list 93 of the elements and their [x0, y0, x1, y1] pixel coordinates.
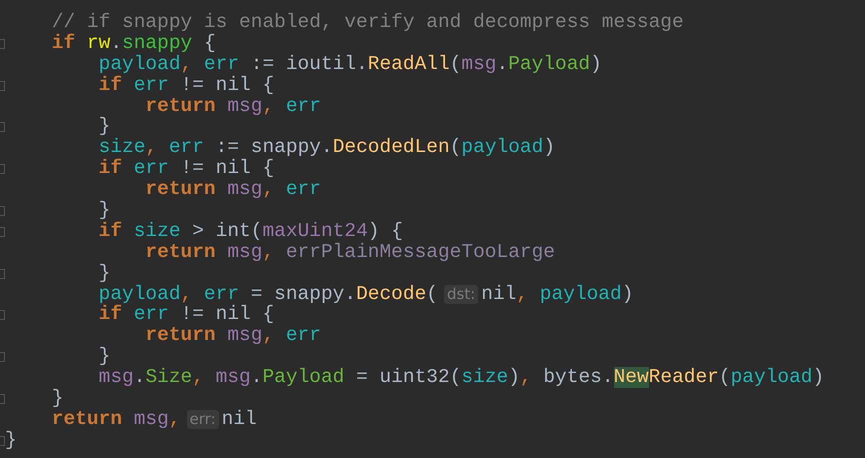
variable: payload	[538, 284, 622, 304]
code-text: nil	[481, 284, 516, 304]
punctuation: ,	[192, 367, 204, 388]
punctuation: ,	[168, 408, 181, 430]
variable: payload	[98, 54, 181, 75]
keyword: return	[144, 242, 216, 263]
keyword: if	[98, 158, 122, 180]
field-name: Size	[145, 367, 192, 388]
parameter-hint: dst:	[444, 284, 478, 304]
punctuation: ,	[180, 284, 192, 304]
code-text: := ioutil.	[250, 54, 368, 75]
identifier: msg	[214, 367, 251, 388]
function-name: DecodedLen	[332, 137, 450, 158]
field-name: snappy	[122, 32, 192, 54]
identifier: msg	[132, 408, 169, 430]
code-text: (	[426, 284, 438, 304]
code-text: }	[5, 430, 17, 451]
variable: size	[132, 220, 181, 242]
function-name: Decode	[356, 284, 426, 304]
identifier: msg	[461, 54, 497, 75]
variable: err	[284, 325, 321, 346]
function-name: Reader	[648, 367, 719, 388]
keyword: return	[144, 179, 216, 200]
code-text: .	[250, 367, 262, 388]
code-text: .	[496, 54, 508, 75]
identifier: msg	[226, 325, 262, 346]
variable: payload	[461, 137, 544, 158]
punctuation: ,	[262, 179, 274, 200]
variable: err	[132, 304, 169, 326]
parameter-hint: err:	[186, 410, 219, 429]
function-name: ReadAll	[368, 54, 450, 75]
punctuation: ,	[520, 367, 532, 388]
keyword: return	[144, 96, 216, 116]
identifier: msg	[226, 96, 262, 116]
keyword: if	[98, 220, 122, 242]
code-text: := snappy.	[214, 137, 333, 158]
code-text: }	[98, 346, 110, 368]
code-text: .	[110, 32, 122, 54]
variable: err	[284, 96, 321, 116]
code-text: )	[543, 137, 556, 158]
code-text: = uint32(	[355, 367, 462, 388]
code-text: bytes.	[542, 367, 614, 388]
punctuation: ,	[262, 96, 274, 116]
identifier: rw	[86, 32, 110, 54]
code-text: }	[98, 262, 110, 284]
keyword: if	[98, 74, 122, 96]
variable: err	[284, 179, 321, 200]
code-text: != nil {	[180, 304, 274, 326]
variable: size	[461, 367, 508, 388]
code-text: }	[98, 200, 110, 221]
code-text: > int(	[191, 220, 262, 242]
search-match: New	[614, 367, 649, 388]
code-text: (	[450, 54, 462, 75]
code-text: {	[202, 32, 216, 54]
field-name: Payload	[262, 367, 344, 388]
field-name: Payload	[508, 54, 590, 75]
identifier: msg	[226, 242, 262, 263]
punctuation: ,	[262, 242, 274, 263]
variable: size	[98, 137, 146, 158]
variable: payload	[730, 367, 813, 388]
punctuation: ,	[180, 54, 192, 75]
code-text: .	[134, 367, 146, 388]
code-comment: // if snappy is enabled, verify and decompress message	[50, 12, 684, 33]
keyword: if	[98, 304, 122, 326]
code-text: }	[98, 116, 110, 138]
code-text: = snappy.	[250, 284, 356, 304]
punctuation: ,	[145, 137, 158, 158]
code-text: )	[590, 54, 602, 75]
punctuation: ,	[262, 325, 274, 346]
code-text: )	[622, 284, 634, 304]
punctuation: ,	[516, 284, 528, 304]
code-text: )	[508, 367, 520, 388]
identifier: msg	[226, 179, 262, 200]
identifier: msg	[98, 367, 134, 388]
code-text: != nil {	[180, 158, 274, 180]
keyword: return	[50, 408, 122, 430]
keyword: if	[50, 32, 76, 54]
code-text: (	[450, 137, 462, 158]
variable: err	[168, 137, 204, 158]
code-text: != nil {	[180, 74, 274, 96]
variable: err	[132, 158, 169, 180]
code-text: )	[812, 367, 824, 388]
variable: err	[202, 54, 240, 75]
variable: payload	[98, 284, 181, 304]
keyword: return	[144, 325, 216, 346]
code-text: (	[718, 367, 731, 388]
code-text: ) {	[368, 220, 403, 242]
variable: err	[132, 74, 169, 96]
identifier: maxUint24	[262, 220, 368, 242]
code-text: nil	[222, 408, 257, 430]
constant: errPlainMessageTooLarge	[284, 242, 556, 263]
variable: err	[202, 284, 240, 304]
code-text: }	[50, 388, 64, 409]
